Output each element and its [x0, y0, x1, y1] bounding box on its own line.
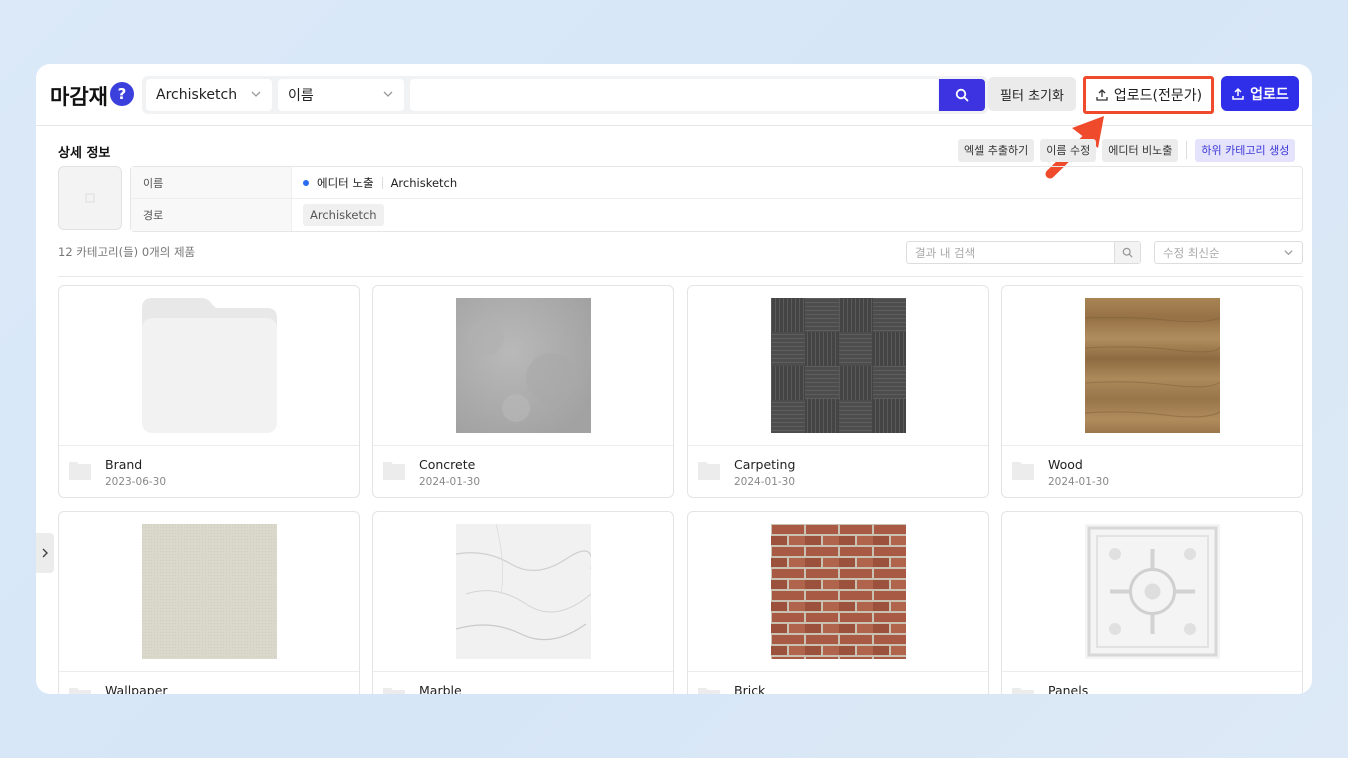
card-date: 2023-06-30 — [105, 476, 167, 488]
card-name: Brick — [734, 683, 766, 694]
field-select[interactable]: 이름 — [278, 79, 404, 111]
result-count: 12 카테고리(들) 0개의 제품 — [58, 245, 196, 259]
sort-select-value: 수정 최신순 — [1163, 245, 1220, 260]
sort-select[interactable]: 수정 최신순 — [1154, 241, 1303, 264]
search-icon — [955, 88, 969, 102]
chevron-down-icon — [251, 91, 261, 97]
card-thumbnail — [688, 512, 988, 672]
path-chip[interactable]: Archisketch — [303, 204, 384, 226]
marble-texture-icon — [456, 524, 591, 659]
brand-select-value: Archisketch — [156, 87, 238, 103]
card-thumbnail — [373, 512, 673, 672]
hide-in-editor-button[interactable]: 에디터 비노출 — [1102, 138, 1179, 162]
card-thumbnail — [688, 286, 988, 446]
category-card[interactable]: Wallpaper — [58, 511, 360, 694]
search-button[interactable] — [939, 79, 985, 111]
status-text: 에디터 노출 — [317, 175, 374, 190]
category-card[interactable]: Concrete 2024-01-30 — [372, 285, 674, 498]
divider — [1186, 141, 1188, 159]
create-subcategory-button[interactable]: 하위 카테고리 생성 — [1195, 138, 1296, 162]
category-card[interactable]: Wood 2024-01-30 — [1001, 285, 1303, 498]
card-name: Brand — [105, 457, 143, 472]
search-bar: Archisketch 이름 — [142, 76, 988, 114]
folder-icon — [383, 688, 405, 694]
category-name: Archisketch — [390, 175, 458, 190]
app-window: 마감재 ? Archisketch 이름 필터 초기화 업로드(전문가) 업로드 — [36, 64, 1312, 694]
card-date: 2024-01-30 — [1048, 476, 1110, 488]
card-thumbnail — [373, 286, 673, 446]
card-thumbnail — [1002, 286, 1302, 446]
folder-icon — [698, 688, 720, 694]
card-name: Concrete — [419, 457, 476, 472]
card-date: 2024-01-30 — [419, 476, 481, 488]
folder-icon — [698, 462, 720, 480]
brand-select[interactable]: Archisketch — [146, 79, 272, 111]
folder-icon — [1012, 688, 1034, 694]
brick-texture-icon — [771, 524, 906, 659]
field-select-value: 이름 — [288, 88, 314, 104]
concrete-texture-icon — [456, 298, 591, 433]
section-title: 상세 정보 — [58, 146, 111, 161]
export-excel-button[interactable]: 엑셀 추출하기 — [958, 138, 1035, 162]
sidebar-toggle-button[interactable] — [36, 533, 54, 573]
category-card[interactable]: Brand 2023-06-30 — [58, 285, 360, 498]
chevron-down-icon — [383, 91, 393, 97]
category-card[interactable]: Panels — [1001, 511, 1303, 694]
card-name: Carpeting — [734, 457, 796, 472]
upload-icon — [1232, 87, 1244, 100]
card-date: 2024-01-30 — [734, 476, 796, 488]
detail-row-path: 경로 Archisketch — [131, 199, 1302, 231]
detail-row-name: 이름 에디터 노출 Archisketch — [131, 167, 1302, 199]
search-icon — [1122, 247, 1133, 258]
detail-actions: 엑셀 추출하기 이름 수정 에디터 비노출 하위 카테고리 생성 — [958, 138, 1296, 162]
page-title: 마감재 — [50, 85, 108, 109]
upload-icon — [1096, 89, 1108, 101]
folder-thumbnail-icon — [142, 298, 277, 433]
help-button[interactable]: ? — [110, 82, 134, 106]
detail-table: 이름 에디터 노출 Archisketch 경로 Archisketch — [130, 166, 1303, 232]
card-thumbnail — [1002, 512, 1302, 672]
category-card[interactable]: Carpeting 2024-01-30 — [687, 285, 989, 498]
chevron-right-icon — [42, 548, 48, 558]
folder-icon — [69, 688, 91, 694]
category-card[interactable]: Marble — [372, 511, 674, 694]
name-label: 이름 — [131, 167, 292, 198]
folder-icon — [69, 462, 91, 480]
path-label: 경로 — [131, 199, 292, 231]
upload-label: 업로드 — [1250, 86, 1289, 103]
search-input[interactable] — [410, 79, 938, 111]
panel-texture-icon — [1085, 524, 1220, 659]
upload-button[interactable]: 업로드 — [1221, 76, 1299, 111]
card-thumbnail — [59, 512, 359, 672]
wood-texture-icon — [1085, 298, 1220, 433]
carpet-texture-icon — [771, 298, 906, 433]
result-search — [906, 241, 1141, 264]
card-thumbnail — [59, 286, 359, 446]
divider — [381, 176, 383, 189]
wallpaper-texture-icon — [142, 524, 277, 659]
path-value: Archisketch — [303, 199, 384, 231]
rename-button[interactable]: 이름 수정 — [1040, 138, 1097, 162]
folder-icon — [1012, 462, 1034, 480]
folder-icon — [383, 462, 405, 480]
divider — [58, 276, 1303, 277]
status-dot-icon — [303, 179, 309, 186]
category-thumbnail — [58, 166, 122, 230]
result-search-input[interactable] — [907, 242, 1117, 263]
card-name: Wood — [1048, 457, 1083, 472]
image-placeholder-icon — [85, 193, 95, 203]
chevron-down-icon — [1284, 250, 1293, 256]
result-search-button[interactable] — [1114, 242, 1140, 263]
category-card[interactable]: Brick — [687, 511, 989, 694]
name-value: 에디터 노출 Archisketch — [303, 167, 457, 198]
card-name: Wallpaper — [105, 683, 168, 694]
card-name: Marble — [419, 683, 462, 694]
card-name: Panels — [1048, 683, 1089, 694]
